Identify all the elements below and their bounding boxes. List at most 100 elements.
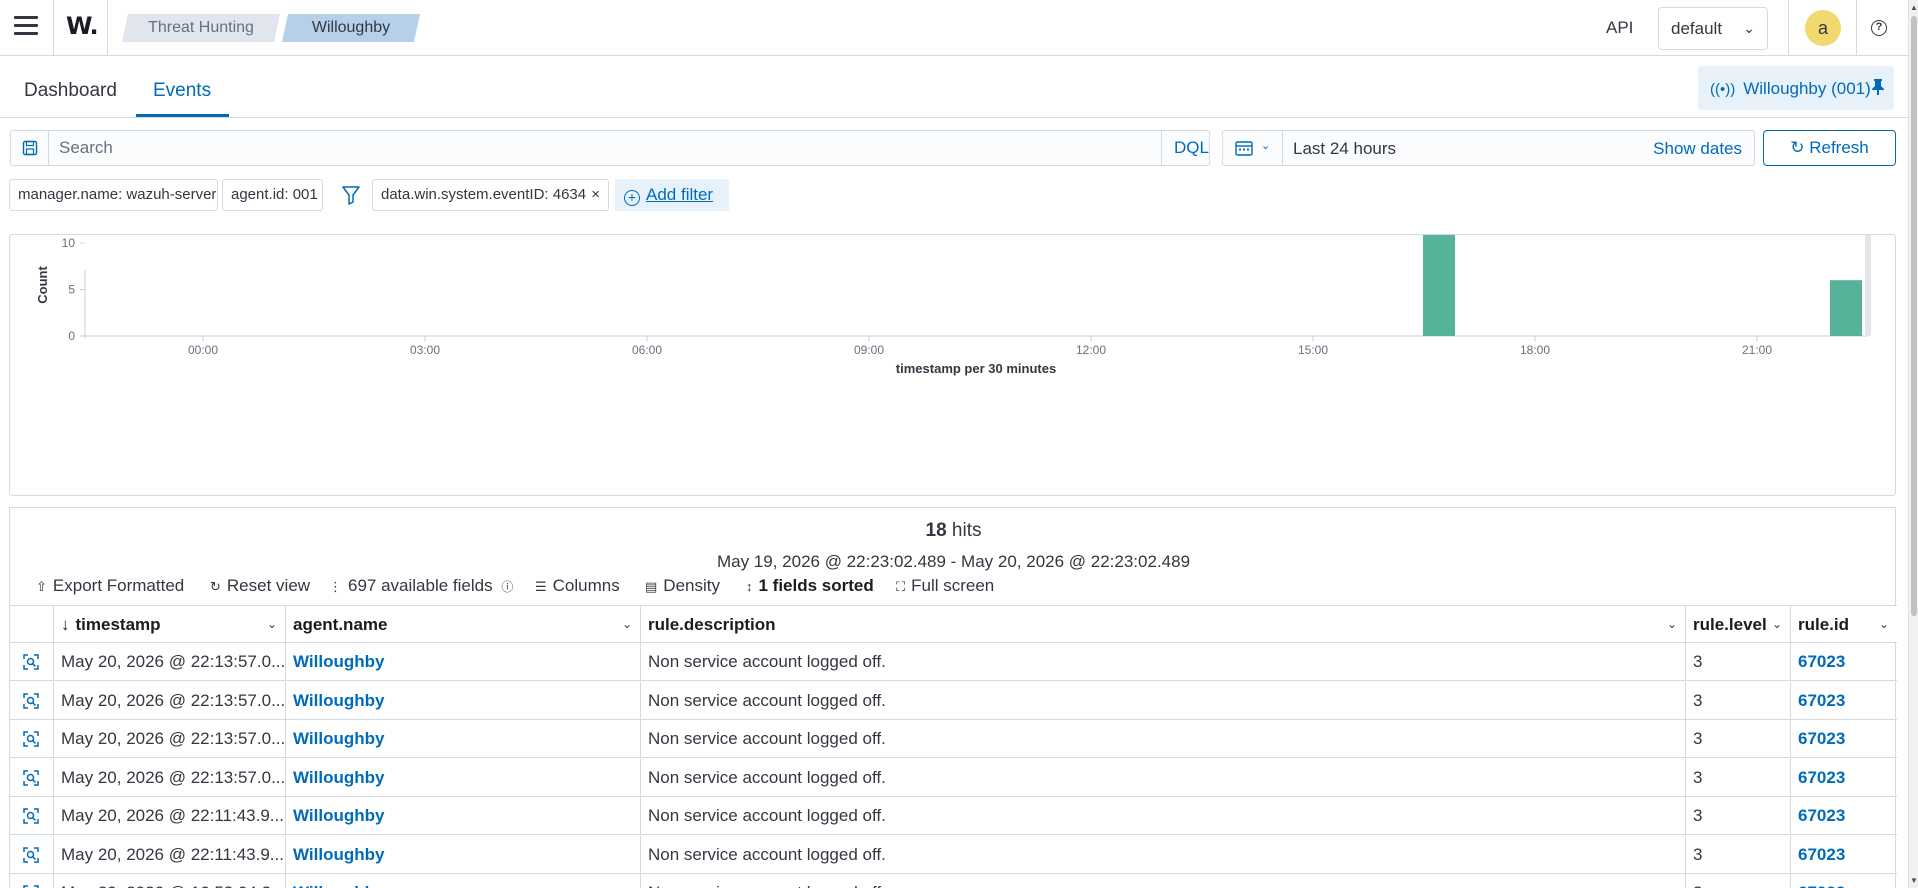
save-icon [22,140,38,156]
divider [1856,0,1857,56]
cell-rule-description: Non service account logged off. [641,643,1686,681]
chevron-down-icon[interactable]: ⌄ [622,606,632,643]
export-formatted-button[interactable]: ⇧ Export Formatted [36,576,184,596]
breadcrumb-threat-hunting[interactable]: Threat Hunting [122,14,280,42]
inspect-icon[interactable] [22,769,40,787]
cell-rule-description: Non service account logged off. [641,758,1686,797]
inspect-icon[interactable] [22,807,40,825]
column-header-rule-description[interactable]: rule.description ⌄ [641,606,1686,644]
cell-rule-id[interactable]: 67023 [1791,836,1897,874]
space-select[interactable]: default ⌄ [1658,7,1768,50]
inspect-icon[interactable] [22,692,40,710]
cell-rule-description: Non service account logged off. [641,681,1686,720]
cell-agent-name[interactable]: Willoughby [286,835,641,874]
cell-agent-name[interactable]: Willoughby [286,681,641,720]
chevron-down-icon[interactable]: ⌄ [1667,606,1677,643]
full-screen-button[interactable]: ⛶ Full screen [896,576,994,596]
cell-rule-description: Non service account logged off. [641,874,1686,888]
filter-pill-event-id[interactable]: data.win.system.eventID: 4634 × [372,179,609,211]
filter-pill-manager[interactable]: manager.name: wazuh-server [9,179,218,211]
cell-rule-description: Non service account logged off. [641,835,1686,874]
density-button[interactable]: ▤ Density [645,576,720,596]
breadcrumb-agent[interactable]: Willoughby [282,14,420,42]
inspect-icon[interactable] [22,884,40,888]
cell-rule-id[interactable]: 67023 [1791,759,1897,797]
y-tick-label: 0 [68,329,75,343]
chevron-down-icon[interactable]: ⌄ [1879,606,1889,643]
columns-button[interactable]: ☰ Columns [535,576,620,596]
histogram-chart: 0 5 10 Count 00:00 03:00 06:00 09:00 12:00 15:00 1… [35,235,1871,376]
chevron-down-icon[interactable]: ⌄ [267,606,277,643]
filter-pill-agent-id[interactable]: agent.id: 001 [222,179,323,211]
time-range-label[interactable]: Last 24 hours [1293,139,1396,159]
help-icon[interactable]: ? [1871,20,1887,36]
sort-desc-icon: ↓ [61,615,70,634]
available-fields-button[interactable]: ⋮ 697 available fields ⓘ [329,576,519,596]
row-actions [10,720,54,758]
column-title: rule.level [1693,615,1767,634]
inspect-icon[interactable] [22,846,40,864]
cell-rule-id[interactable]: 67023 [1791,720,1897,758]
inspect-icon[interactable] [22,730,40,748]
chevron-down-icon[interactable]: ⌄ [1772,606,1782,643]
remove-filter-icon[interactable]: × [591,180,600,210]
cell-agent-name[interactable]: Willoughby [286,797,641,835]
cell-agent-name[interactable]: Willoughby [286,874,641,888]
tab-events[interactable]: Events [153,80,211,102]
scroll-up-arrow-icon[interactable]: ▲ [1910,3,1918,12]
refresh-button[interactable]: ↻ Refresh [1763,130,1896,166]
column-header-rule-id[interactable]: rule.id ⌄ [1791,606,1897,644]
user-avatar[interactable]: a [1805,10,1841,46]
cell-agent-name[interactable]: Willoughby [286,643,641,681]
filter-icon[interactable] [342,185,360,205]
add-filter-button[interactable]: + Add filter [615,179,729,211]
column-header-agent-name[interactable]: agent.name ⌄ [286,606,641,644]
hits-count: 18 hits [10,520,1897,542]
cell-timestamp: May 20, 2026 @ 16:53:04.3... [54,874,286,888]
cell-timestamp: May 20, 2026 @ 22:11:43.9... [54,835,286,874]
cell-rule-level: 3 [1686,797,1791,835]
cell-rule-level: 3 [1686,758,1791,797]
menu-icon[interactable] [14,16,38,40]
pinned-agent-button[interactable]: ((•)) Willoughby (001) [1698,66,1894,110]
page-scrollbar[interactable]: ▲ ▼ [1908,0,1918,888]
query-language-button[interactable]: DQL [1161,131,1221,165]
cell-rule-description: Non service account logged off. [641,720,1686,758]
cell-rule-level: 3 [1686,874,1791,888]
show-dates-button[interactable]: Show dates [1653,139,1742,159]
cell-agent-name[interactable]: Willoughby [286,720,641,758]
sort-button[interactable]: ↕ 1 fields sorted [746,576,874,596]
table-row: May 20, 2026 @ 22:13:57.0... Willoughby No… [10,758,1897,797]
hits-number: 18 [925,520,947,541]
pin-icon[interactable] [1872,79,1884,95]
cell-rule-level: 3 [1686,835,1791,874]
search-input[interactable] [59,131,1159,165]
cell-agent-name[interactable]: Willoughby [286,758,641,797]
column-header-timestamp[interactable]: ↓ timestamp ⌄ [54,606,286,644]
column-header-rule-level[interactable]: rule.level ⌄ [1686,606,1791,644]
export-label: Export Formatted [52,576,185,595]
cell-rule-id[interactable]: 67023 [1791,682,1897,720]
saved-queries-button[interactable] [11,131,49,165]
divider [107,0,108,56]
inspect-icon[interactable] [22,653,40,671]
table-row: May 20, 2026 @ 22:13:57.0... Willoughby No… [10,720,1897,758]
app-logo[interactable]: W. [66,12,99,40]
histogram-bar [1423,235,1455,336]
scroll-down-arrow-icon[interactable]: ▼ [1910,876,1918,885]
quick-date-menu-button[interactable]: ⌄ [1223,131,1283,165]
cell-rule-id[interactable]: 67023 [1791,874,1897,888]
cell-rule-id[interactable]: 67023 [1791,643,1897,681]
chevron-down-icon: ⌄ [1743,20,1755,36]
divider [53,0,54,56]
cell-rule-id[interactable]: 67023 [1791,797,1897,835]
scrollbar-thumb[interactable] [1911,16,1917,616]
reset-label: Reset view [226,576,311,595]
space-select-value: default [1671,19,1723,38]
tab-dashboard[interactable]: Dashboard [24,80,117,102]
api-link[interactable]: API [1606,18,1633,38]
row-actions [10,643,54,681]
column-title: rule.id [1798,615,1850,634]
reset-view-button[interactable]: ↻ Reset view [210,576,310,596]
table-header: ↓ timestamp ⌄ agent.name ⌄ rule.description… [10,605,1897,644]
